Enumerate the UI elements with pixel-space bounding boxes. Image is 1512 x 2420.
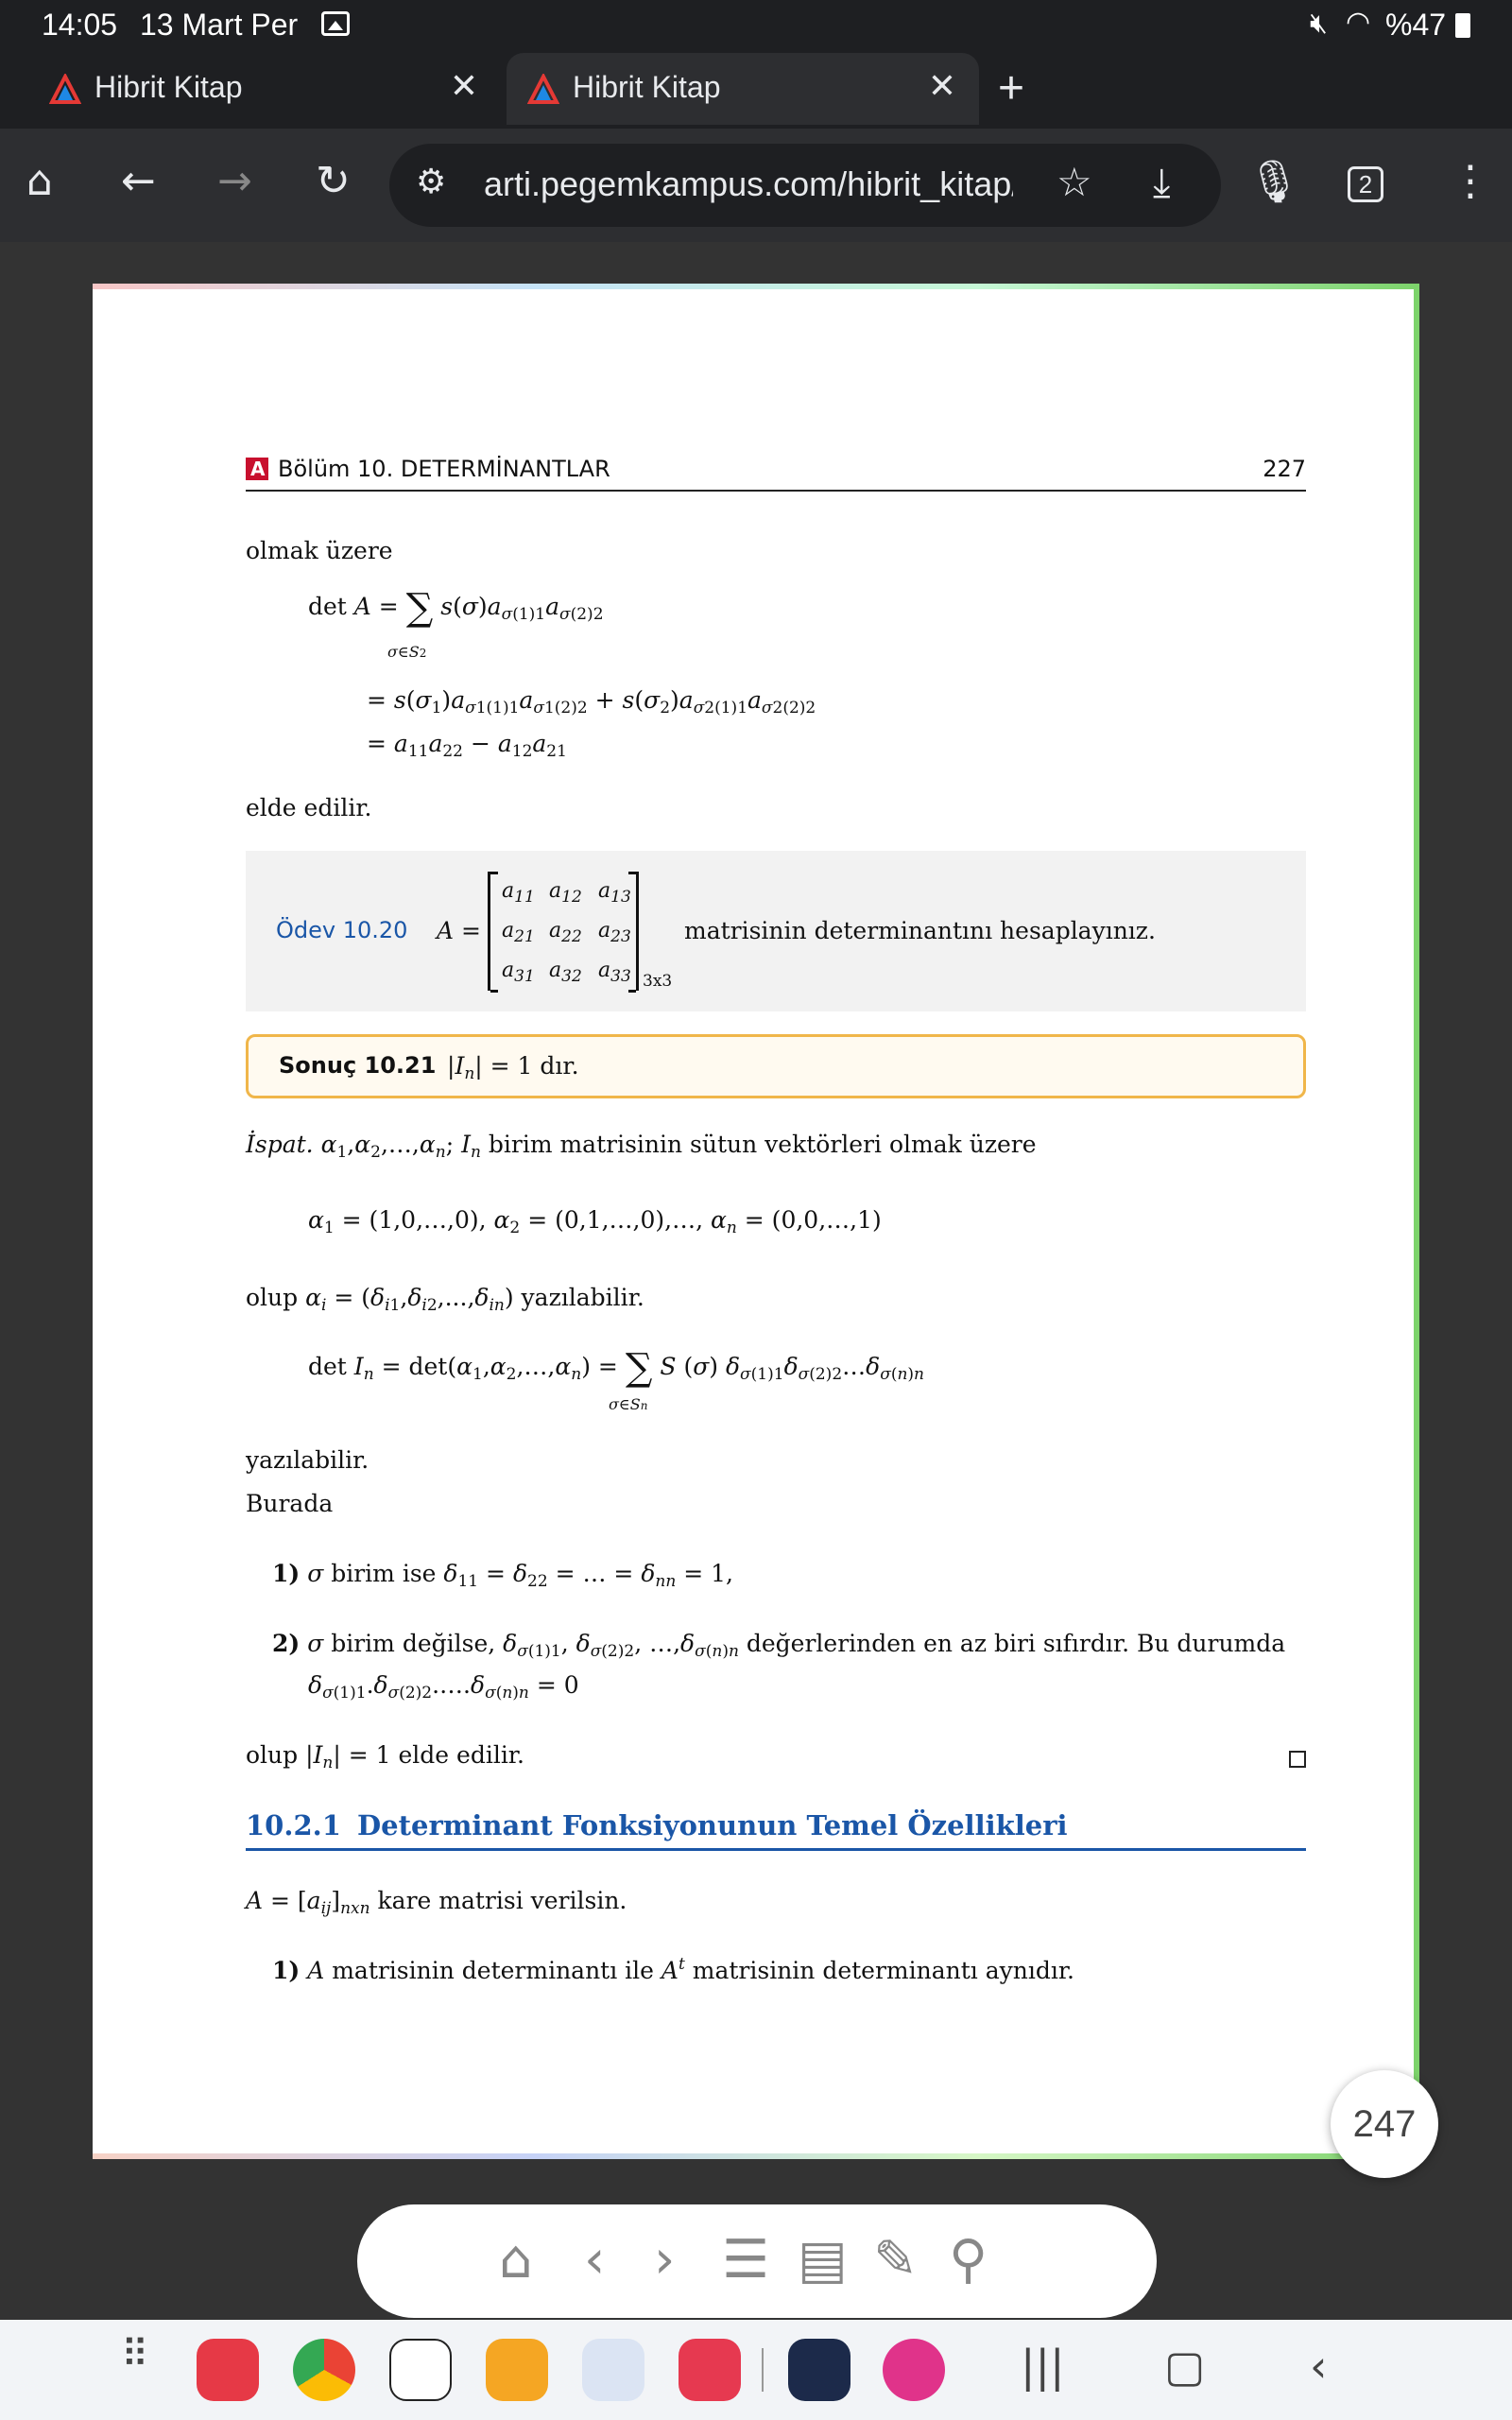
equation-line-3: = a11a22 − a12a21 — [367, 730, 567, 761]
odev-box: Ödev 10.20 A = a11 a12 a13 a21 a22 a23 a… — [246, 851, 1306, 1011]
list-item-2-cont: δσ(1)1.δσ(2)2.….δσ(n)n = 0 — [308, 1671, 579, 1703]
tab-close-icon[interactable]: ✕ — [928, 66, 956, 106]
blossom-app-icon[interactable] — [883, 2339, 945, 2401]
page-edge — [1414, 284, 1419, 2159]
chapter-title: Bölüm 10. DETERMİNANTLAR — [278, 456, 610, 482]
download-icon[interactable]: ⤓ — [1153, 159, 1171, 206]
page-edge — [93, 284, 1419, 289]
sum-index: σ∈S2 — [387, 643, 427, 661]
next-page-icon[interactable]: › — [654, 2229, 675, 2290]
dock-divider — [762, 2348, 764, 2392]
camera-app-icon[interactable] — [679, 2339, 741, 2401]
matrix-def-line: A = [aij]nxn kare matrisi verilsin. — [246, 1887, 627, 1918]
publisher-logo-icon — [246, 458, 268, 480]
equation-line-2: = s(σ1)aσ1(1)1aσ1(2)2 + s(σ2)aσ2(1)1aσ2(… — [367, 686, 816, 717]
home-icon[interactable]: ⌂ — [26, 157, 53, 205]
page-number: 227 — [1263, 456, 1306, 482]
equation-det-in: det In = det(α1,α2,…,αn) = ∑ S (σ) δσ(1)… — [308, 1346, 924, 1390]
sonuc-formula: |In| = 1 dır. — [447, 1052, 579, 1083]
tab-title: Hibrit Kitap — [94, 70, 243, 104]
text-burada: Burada — [246, 1490, 334, 1517]
recent-app-icon[interactable] — [788, 2339, 850, 2401]
odev-text: matrisinin determinantını hesaplayınız. — [684, 917, 1156, 944]
equation-det-a: det A = ∑ s(σ)aσ(1)1aσ(2)2 — [308, 586, 604, 630]
tab-close-icon[interactable]: ✕ — [450, 66, 478, 106]
new-tab-button[interactable]: + — [998, 62, 1024, 114]
url-text[interactable]: arti.pegemkampus.com/hibrit_kitap/ — [484, 164, 1013, 204]
menu-icon[interactable]: ⋮ — [1450, 157, 1491, 205]
forward-icon[interactable]: → — [217, 157, 252, 205]
page-edge — [93, 2153, 1419, 2159]
alpha-vectors: α1 = (1,0,…,0), α2 = (0,1,…,0),…, αn = (… — [308, 1206, 882, 1237]
chatgpt-app-icon[interactable] — [389, 2339, 452, 2401]
list-item-1: 1) σ birim ise δ11 = δ22 = … = δnn = 1, — [272, 1560, 733, 1591]
app-drawer-icon[interactable]: ⠿ — [121, 2333, 148, 2377]
text-olmak-uzere: olmak üzere — [246, 537, 393, 564]
flashcards-app-icon[interactable] — [197, 2339, 259, 2401]
page-header: Bölüm 10. DETERMİNANTLAR 227 — [246, 454, 1306, 492]
tab-switcher-button[interactable]: 2 — [1348, 166, 1383, 202]
pen-icon[interactable]: ✎ — [873, 2229, 918, 2290]
reader-toolbar: ⌂ ‹ › ☰ ▤ ✎ ⚲ — [357, 2204, 1157, 2318]
matrix-3x3: a11 a12 a13 a21 a22 a23 a31 a32 a33 — [488, 872, 639, 993]
tab-bar: Hibrit Kitap ✕ Hibrit Kitap ✕ + — [0, 49, 1512, 129]
odev-label: Ödev 10.20 — [276, 917, 408, 943]
note-icon[interactable]: ▤ — [798, 2229, 848, 2290]
battery-icon — [1455, 13, 1470, 38]
chrome-app-icon[interactable] — [293, 2339, 355, 2401]
ispat-line: İspat. α1,α2,…,αn; In birim matrisinin s… — [246, 1131, 1037, 1162]
qed-square-icon — [1289, 1751, 1306, 1768]
table-of-contents-icon[interactable]: ☰ — [722, 2229, 769, 2290]
text-elde-edilir: elde edilir. — [246, 794, 372, 821]
property-1: 1) A matrisinin determinantı ile At matr… — [272, 1955, 1075, 1984]
book-page[interactable]: Bölüm 10. DETERMİNANTLAR 227 olmak üzere… — [93, 284, 1438, 2178]
book-viewer[interactable]: Bölüm 10. DETERMİNANTLAR 227 olmak üzere… — [0, 242, 1512, 2320]
hibrit-kitap-favicon-icon — [49, 74, 81, 104]
previous-page-icon[interactable]: ‹ — [584, 2229, 605, 2290]
back-nav-icon[interactable]: ‹ — [1310, 2341, 1327, 2392]
section-number: 10.2.1 — [246, 1809, 341, 1841]
matrix-name: A = — [437, 917, 481, 944]
bookmark-star-icon[interactable]: ☆ — [1057, 159, 1092, 205]
status-time: 14:05 — [42, 8, 118, 42]
back-icon[interactable]: ← — [121, 157, 156, 205]
hibrit-kitap-favicon-icon — [527, 74, 559, 104]
home-icon[interactable]: ⌂ — [499, 2229, 533, 2290]
text-yazilabilir: yazılabilir. — [246, 1446, 369, 1474]
search-icon[interactable]: ⚲ — [949, 2229, 988, 2290]
sonuc-label: Sonuç 10.21 — [279, 1052, 437, 1079]
system-dock: ⠿ ||| ▢ ‹ — [0, 2320, 1512, 2420]
reload-icon[interactable]: ↻ — [316, 157, 351, 205]
address-bar[interactable]: ⚙ arti.pegemkampus.com/hibrit_kitap/ ☆ ⤓ — [389, 144, 1221, 227]
gallery-notification-icon — [321, 11, 350, 36]
tab-title: Hibrit Kitap — [573, 70, 721, 104]
messages-app-icon[interactable] — [582, 2339, 644, 2401]
section-title: Determinant Fonksiyonunun Temel Özellikl… — [357, 1809, 1068, 1841]
recents-nav-icon[interactable]: ||| — [1021, 2341, 1065, 2392]
files-app-icon[interactable] — [486, 2339, 548, 2401]
olup-line: olup αi = (δi1,δi2,...,δin) yazılabilir. — [246, 1284, 644, 1315]
olup-end: olup |In| = 1 elde edilir. — [246, 1741, 524, 1772]
microphone-icon[interactable]: 🎙︎ — [1247, 157, 1300, 206]
list-item-2: 2) σ birim değilse, δσ(1)1, δσ(2)2, …,δσ… — [272, 1630, 1286, 1661]
status-bar: 14:05 13 Mart Per 🔇︎ ◠ %47 — [0, 0, 1512, 49]
matrix-size: 3x3 — [643, 972, 673, 991]
status-date: 13 Mart Per — [140, 8, 299, 42]
browser-toolbar: ⌂ ← → ↻ ⚙ arti.pegemkampus.com/hibrit_ki… — [0, 129, 1512, 242]
home-nav-icon[interactable]: ▢ — [1164, 2341, 1205, 2392]
battery-level: %47 — [1385, 8, 1447, 42]
mute-icon: 🔇︎ — [1310, 8, 1328, 39]
wifi-icon: ◠ — [1346, 7, 1371, 38]
page-indicator-badge[interactable]: 247 — [1331, 2070, 1438, 2178]
tab-hibrit-kitap-1[interactable]: Hibrit Kitap ✕ — [28, 53, 501, 125]
site-settings-icon[interactable]: ⚙ — [416, 163, 446, 201]
section-heading: 10.2.1 Determinant Fonksiyonunun Temel Ö… — [246, 1809, 1306, 1851]
tab-hibrit-kitap-2[interactable]: Hibrit Kitap ✕ — [507, 53, 979, 125]
sonuc-box: Sonuç 10.21 |In| = 1 dır. — [246, 1034, 1306, 1098]
sum-index-n: σ∈Sn — [609, 1395, 648, 1413]
